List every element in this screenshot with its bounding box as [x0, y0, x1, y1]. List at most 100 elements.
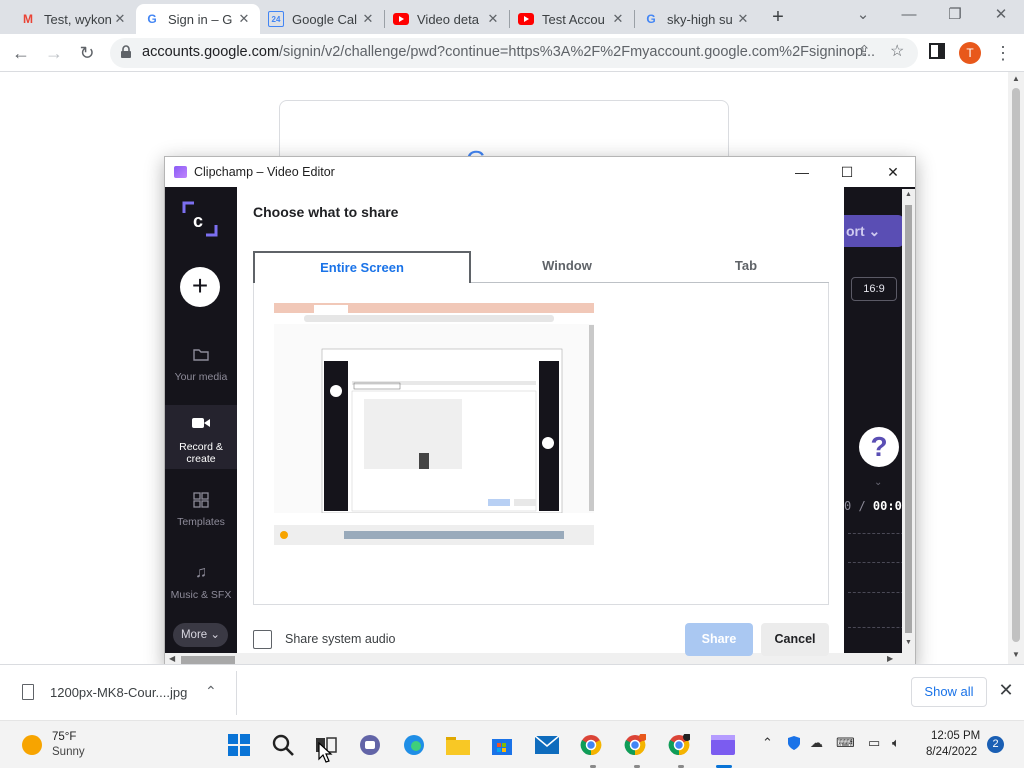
scroll-thumb[interactable]: [1012, 88, 1020, 642]
google-icon: G: [646, 12, 656, 26]
share-page-icon[interactable]: ⇪: [858, 42, 871, 60]
tab-tab[interactable]: Tab: [663, 251, 829, 283]
clipchamp-titlebar[interactable]: Clipchamp – Video Editor — ☐ ✕: [165, 157, 915, 187]
scroll-up-icon[interactable]: ▲: [902, 191, 915, 198]
close-tab-icon[interactable]: ✕: [610, 11, 626, 27]
new-tab-button[interactable]: +: [768, 4, 788, 30]
tab-video-details[interactable]: Video deta ✕: [385, 4, 509, 34]
share-audio-label: Share system audio: [285, 632, 396, 646]
templates-icon: [165, 492, 237, 508]
tab-title: Sign in – G: [168, 11, 233, 27]
tab-google-signin[interactable]: G Sign in – G ✕: [136, 4, 260, 34]
page-scrollbar[interactable]: ▲ ▼: [1008, 72, 1024, 664]
scroll-down-icon[interactable]: ▼: [902, 639, 915, 646]
scroll-left-icon[interactable]: ◀: [169, 654, 175, 663]
back-arrow-icon[interactable]: ←: [8, 40, 34, 66]
weather-temperature[interactable]: 75°F: [52, 731, 76, 743]
browser-toolbar: ← → ↻ accounts.google.com/signin/v2/chal…: [0, 34, 1024, 72]
chevron-up-icon[interactable]: ⌃: [762, 735, 773, 751]
sidebar-item-label: Your media: [174, 371, 228, 383]
search-icon[interactable]: [269, 731, 297, 759]
restore-icon[interactable]: ❐: [932, 0, 978, 30]
chrome-profile-icon[interactable]: [665, 731, 693, 759]
scroll-thumb[interactable]: [905, 205, 912, 633]
minimize-icon[interactable]: —: [886, 0, 932, 30]
microsoft-store-icon[interactable]: [488, 731, 516, 759]
profile-avatar[interactable]: T: [959, 42, 981, 64]
sun-icon[interactable]: [22, 735, 42, 755]
shield-icon[interactable]: [786, 735, 802, 754]
tab-gmail[interactable]: M Test, wykon ✕: [12, 4, 136, 34]
chrome-profile-icon[interactable]: [577, 731, 605, 759]
tab-title: Test, wykon: [44, 11, 112, 27]
keyboard-icon[interactable]: ⌨: [836, 735, 855, 751]
windows-start-icon[interactable]: [225, 731, 253, 759]
reload-icon[interactable]: ↻: [74, 40, 100, 66]
clock-date[interactable]: 8/24/2022: [926, 746, 977, 758]
sidebar-item-music-sfx[interactable]: ♫ Music & SFX: [165, 565, 237, 613]
scroll-down-icon[interactable]: ▼: [1008, 650, 1024, 659]
playback-time: 0 / 00:00: [844, 499, 909, 513]
file-explorer-icon[interactable]: [444, 731, 472, 759]
aspect-ratio-button[interactable]: 16:9: [851, 277, 897, 301]
sidebar-item-templates[interactable]: Templates: [165, 492, 237, 540]
cancel-button[interactable]: Cancel: [761, 623, 829, 656]
edge-browser-icon[interactable]: [400, 731, 428, 759]
share-picker-dialog: Choose what to share Entire Screen Windo…: [237, 187, 844, 656]
chrome-profile-icon[interactable]: [621, 731, 649, 759]
side-panel-icon[interactable]: [924, 40, 950, 66]
close-tab-icon[interactable]: ✕: [735, 11, 751, 27]
close-window-icon[interactable]: ✕: [978, 0, 1024, 30]
menu-kebab-icon[interactable]: ⋮: [990, 40, 1016, 66]
volume-icon[interactable]: 🔈︎: [892, 735, 900, 751]
sidebar-item-your-media[interactable]: Your media: [165, 347, 237, 395]
chevron-up-icon[interactable]: ⌃: [205, 683, 217, 700]
onedrive-icon[interactable]: ☁: [810, 735, 823, 751]
clipchamp-app-icon: [174, 166, 187, 178]
export-button[interactable]: ort ⌄: [844, 215, 904, 247]
notification-badge[interactable]: 2: [987, 736, 1004, 753]
bookmark-star-icon[interactable]: ☆: [890, 41, 904, 61]
sidebar-item-record-create[interactable]: Record & create: [165, 405, 237, 469]
download-file-name[interactable]: 1200px-MK8-Cour....jpg: [50, 685, 187, 700]
clock-time[interactable]: 12:05 PM: [931, 730, 980, 742]
scroll-up-icon[interactable]: ▲: [1008, 74, 1024, 83]
scroll-right-icon[interactable]: ▶: [887, 654, 893, 663]
network-icon[interactable]: ▭: [868, 735, 880, 751]
editor-vertical-scrollbar[interactable]: ▲ ▼: [902, 189, 915, 653]
close-tab-icon[interactable]: ✕: [112, 11, 128, 27]
tab-entire-screen[interactable]: Entire Screen: [253, 251, 471, 283]
share-audio-checkbox[interactable]: [253, 630, 272, 649]
show-all-button[interactable]: Show all: [911, 677, 987, 707]
minimize-icon[interactable]: —: [791, 161, 813, 183]
chevron-down-icon[interactable]: ⌄: [874, 477, 882, 488]
create-new-button[interactable]: +: [180, 267, 220, 307]
folder-icon: [165, 347, 237, 363]
help-button[interactable]: ?: [859, 427, 899, 467]
close-tab-icon[interactable]: ✕: [360, 11, 376, 27]
tab-title: sky-high su: [667, 11, 733, 27]
close-icon[interactable]: ✕: [882, 161, 904, 183]
tab-test-account[interactable]: Test Accou ✕: [510, 4, 634, 34]
clipchamp-taskbar-icon[interactable]: [709, 731, 737, 759]
maximize-icon[interactable]: ☐: [836, 161, 858, 183]
tab-search-chevron-icon[interactable]: ⌄: [840, 0, 886, 30]
dialog-title: Choose what to share: [253, 204, 399, 220]
more-button[interactable]: More ⌄: [173, 623, 228, 647]
teams-chat-icon[interactable]: [356, 731, 384, 759]
screen-thumbnail[interactable]: [274, 303, 594, 545]
close-icon[interactable]: ✕: [996, 680, 1016, 701]
mail-icon[interactable]: [533, 731, 561, 759]
close-tab-icon[interactable]: ✕: [485, 11, 501, 27]
share-button[interactable]: Share: [685, 623, 753, 656]
tab-sky-high[interactable]: G sky-high su ✕: [635, 4, 759, 34]
forward-arrow-icon[interactable]: →: [41, 40, 67, 66]
scroll-thumb[interactable]: [181, 656, 235, 664]
tab-window[interactable]: Window: [471, 251, 663, 283]
share-sources-panel: [253, 283, 829, 605]
weather-condition[interactable]: Sunny: [52, 746, 85, 758]
tab-title: Google Cal: [292, 11, 358, 27]
close-tab-icon[interactable]: ✕: [236, 11, 252, 27]
address-bar[interactable]: accounts.google.com/signin/v2/challenge/…: [110, 38, 918, 68]
tab-google-calendar[interactable]: 24 Google Cal ✕: [260, 4, 384, 34]
